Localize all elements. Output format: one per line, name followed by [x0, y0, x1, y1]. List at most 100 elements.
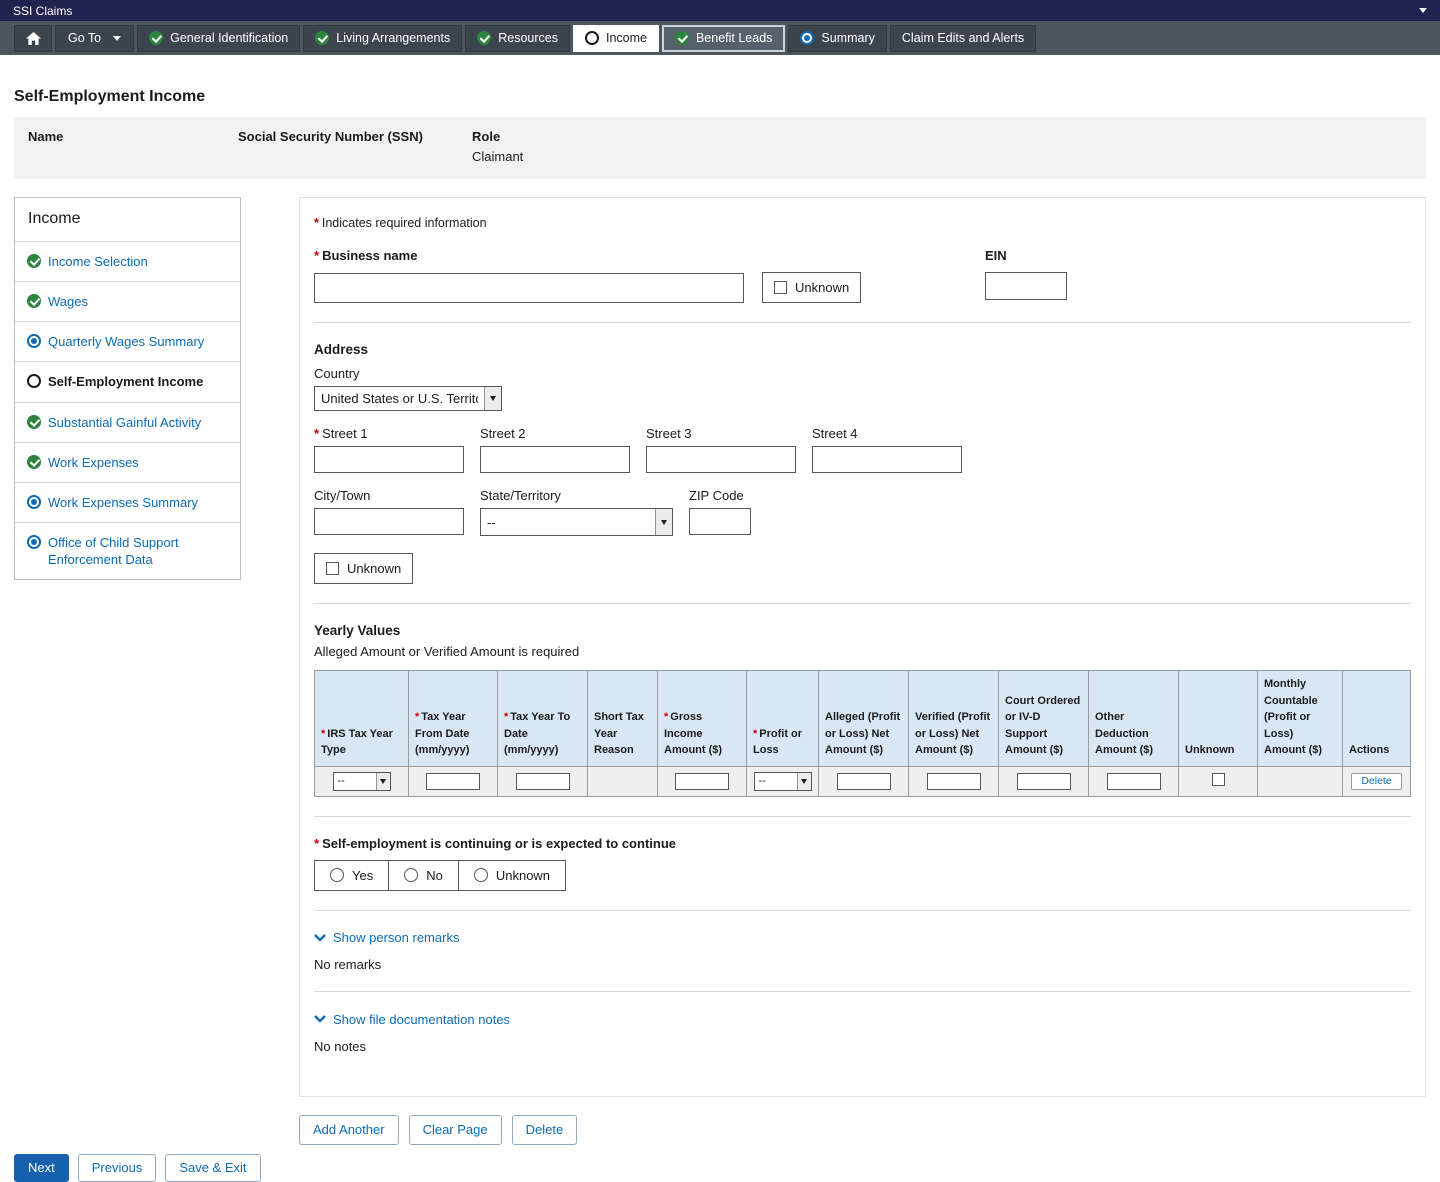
sidebar-item-label: Substantial Gainful Activity — [48, 414, 201, 431]
state-select[interactable]: -- — [480, 508, 673, 536]
add-another-button[interactable]: Add Another — [299, 1115, 399, 1145]
unknown-label: Unknown — [795, 280, 849, 295]
country-select-value: United States or U.S. Territory — [321, 391, 478, 406]
zip-label: ZIP Code — [689, 488, 751, 503]
ein-group: EIN — [985, 248, 1067, 300]
nav-tab-living-arrangements[interactable]: Living Arrangements — [303, 25, 462, 52]
divider — [314, 322, 1411, 323]
no-radio[interactable] — [404, 868, 418, 882]
continuing-option-yes[interactable]: Yes — [315, 861, 388, 890]
street3-label: Street 3 — [646, 426, 796, 441]
check-circle-icon — [315, 31, 329, 45]
gross-income-input[interactable] — [675, 773, 729, 790]
col-header-label: Short Tax Year Reason — [594, 711, 644, 756]
street4-group: Street 4 — [812, 426, 962, 473]
country-select[interactable]: United States or U.S. Territory — [314, 386, 502, 411]
save-exit-button[interactable]: Save & Exit — [165, 1154, 260, 1182]
yes-radio[interactable] — [330, 868, 344, 882]
other-deduction-input[interactable] — [1107, 773, 1161, 790]
continuing-option-no[interactable]: No — [388, 861, 458, 890]
col-header-label: Monthly Countable (Profit or Loss) Amoun… — [1264, 678, 1322, 756]
home-button[interactable] — [14, 25, 52, 52]
nav-tab-summary[interactable]: Summary — [788, 25, 886, 52]
collapse-caret-icon[interactable] — [1419, 8, 1427, 13]
nav-tab-income[interactable]: Income — [573, 25, 659, 52]
unknown-radio[interactable] — [474, 868, 488, 882]
business-name-controls: Unknown — [314, 272, 1411, 303]
caret-down-icon — [661, 520, 667, 525]
tax-year-to-input[interactable] — [516, 773, 570, 790]
sidebar-item-wages[interactable]: Wages — [15, 281, 240, 321]
nav-bar: Go To General Identification Living Arra… — [0, 21, 1440, 55]
col-header-unknown: Unknown — [1179, 671, 1258, 767]
tax-year-from-input[interactable] — [426, 773, 480, 790]
nav-tab-claim-edits-and-alerts[interactable]: Claim Edits and Alerts — [890, 25, 1036, 52]
nav-tab-general-identification[interactable]: General Identification — [137, 25, 300, 52]
cell-profit-or-loss: -- — [747, 766, 819, 796]
business-unknown-box[interactable]: Unknown — [762, 272, 861, 303]
irs-tax-year-type-select[interactable]: -- — [333, 772, 391, 791]
address-unknown-checkbox[interactable] — [326, 562, 339, 575]
col-header-label: Tax Year To Date (mm/yyyy) — [504, 711, 570, 756]
sidebar-item-quarterly-wages-summary[interactable]: Quarterly Wages Summary — [15, 321, 240, 361]
person-remarks-content: No remarks — [314, 957, 1411, 972]
required-marker: * — [321, 728, 325, 740]
nav-tab-label: Summary — [821, 31, 874, 45]
street1-input[interactable] — [314, 446, 464, 473]
check-circle-icon — [149, 31, 163, 45]
state-select-value: -- — [487, 515, 649, 530]
zip-input[interactable] — [689, 508, 751, 535]
city-input[interactable] — [314, 508, 464, 535]
next-button[interactable]: Next — [14, 1154, 69, 1182]
business-name-input[interactable] — [314, 273, 744, 303]
address-unknown-box[interactable]: Unknown — [314, 553, 413, 584]
nav-tab-resources[interactable]: Resources — [465, 25, 570, 52]
col-header-label: Other Deduction Amount ($) — [1095, 711, 1153, 756]
role-value: Claimant — [472, 149, 1412, 164]
verified-net-input[interactable] — [927, 773, 981, 790]
clear-page-button[interactable]: Clear Page — [409, 1115, 502, 1145]
goto-button[interactable]: Go To — [55, 25, 134, 52]
person-remarks-toggle[interactable]: Show person remarks — [314, 930, 459, 945]
goto-label: Go To — [68, 31, 101, 45]
street2-label: Street 2 — [480, 426, 630, 441]
profit-or-loss-select[interactable]: -- — [754, 772, 812, 791]
name-value — [28, 149, 238, 164]
sidebar-item-substantial-gainful-activity[interactable]: Substantial Gainful Activity — [15, 402, 240, 442]
alleged-net-input[interactable] — [837, 773, 891, 790]
ein-input[interactable] — [985, 272, 1067, 300]
file-notes-toggle[interactable]: Show file documentation notes — [314, 1012, 510, 1027]
page-title: Self-Employment Income — [14, 88, 1426, 106]
delete-button[interactable]: Delete — [512, 1115, 578, 1145]
continuing-option-unknown[interactable]: Unknown — [458, 861, 565, 890]
sidebar-item-income-selection[interactable]: Income Selection — [15, 241, 240, 281]
state-group: State/Territory -- — [480, 488, 673, 536]
person-name-column: Name — [28, 129, 238, 164]
cell-tax-year-from — [409, 766, 498, 796]
street2-input[interactable] — [480, 446, 630, 473]
street3-input[interactable] — [646, 446, 796, 473]
sidebar-item-work-expenses[interactable]: Work Expenses — [15, 442, 240, 482]
required-marker: * — [415, 711, 419, 723]
record-circle-icon — [27, 535, 41, 549]
required-marker: * — [664, 711, 668, 723]
street4-input[interactable] — [812, 446, 962, 473]
radio-label: No — [426, 868, 443, 883]
select-arrow-box — [484, 387, 501, 410]
col-header-label: Verified (Profit or Loss) Net Amount ($) — [915, 711, 990, 756]
person-role-column: Role Claimant — [472, 129, 1412, 164]
previous-button[interactable]: Previous — [78, 1154, 157, 1182]
home-icon — [26, 32, 41, 45]
business-name-label-text: Business name — [322, 248, 417, 263]
sidebar-item-ocse-data[interactable]: Office of Child Support Enforcement Data — [15, 522, 240, 579]
sidebar-item-work-expenses-summary[interactable]: Work Expenses Summary — [15, 482, 240, 522]
court-ordered-input[interactable] — [1017, 773, 1071, 790]
role-label: Role — [472, 129, 1412, 144]
col-header-alleged-net: Alleged (Profit or Loss) Net Amount ($) — [819, 671, 909, 767]
business-unknown-checkbox[interactable] — [774, 281, 787, 294]
nav-tab-benefit-leads[interactable]: Benefit Leads — [662, 25, 785, 52]
row-unknown-checkbox[interactable] — [1212, 773, 1225, 786]
delete-row-button[interactable]: Delete — [1351, 773, 1401, 790]
required-marker: * — [314, 836, 319, 851]
sidebar-item-self-employment-income[interactable]: Self-Employment Income — [15, 361, 240, 401]
